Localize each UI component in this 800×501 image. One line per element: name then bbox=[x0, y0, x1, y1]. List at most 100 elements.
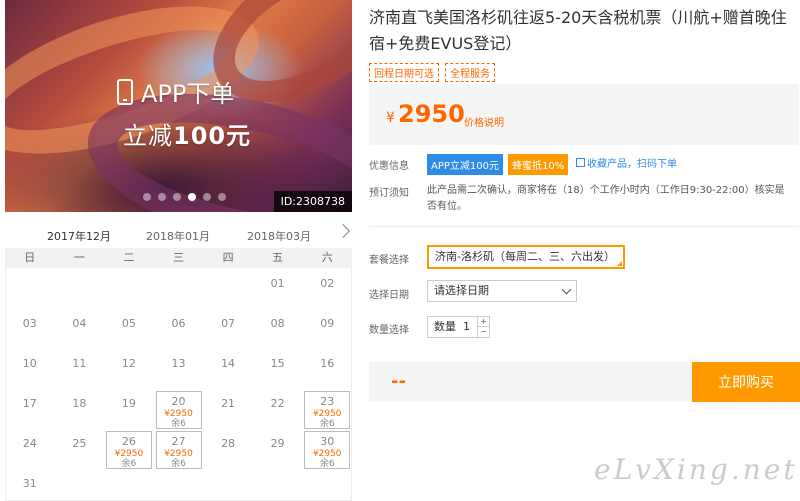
calendar-day: 22 bbox=[255, 391, 301, 429]
calendar-day: 05 bbox=[106, 311, 152, 349]
day-price: ¥2950 bbox=[312, 449, 342, 459]
qr-icon bbox=[576, 158, 585, 167]
day-number: 09 bbox=[320, 317, 335, 330]
calendar-day: 15 bbox=[255, 351, 301, 389]
day-number: 20 bbox=[171, 395, 186, 408]
day-number: 05 bbox=[121, 317, 136, 330]
calendar-day-available[interactable]: 20 ¥2950 余6 bbox=[155, 391, 202, 429]
day-number: 14 bbox=[221, 357, 236, 370]
calendar-day: 14 bbox=[205, 351, 251, 389]
booking-notice-label: 预订须知 bbox=[369, 188, 409, 199]
month-tab[interactable]: 2018年03月 bbox=[247, 228, 311, 244]
phone-icon bbox=[117, 78, 133, 105]
calendar-day-available[interactable]: 27 ¥2950 余6 bbox=[155, 431, 202, 469]
day-number: 30 bbox=[320, 435, 335, 448]
calendar-day-available[interactable]: 23 ¥2950 余6 bbox=[304, 391, 351, 429]
calendar-month-tabs: 2017年12月 2018年01月 2018年03月 bbox=[5, 223, 352, 250]
promo-discount: 立减100元 bbox=[123, 122, 252, 150]
day-number: 31 bbox=[22, 477, 37, 490]
calendar-day: 06 bbox=[156, 311, 202, 349]
weekday-label: 四 bbox=[222, 251, 234, 264]
day-number: 19 bbox=[121, 397, 136, 410]
calendar-day: 03 bbox=[7, 311, 53, 349]
day-number: 10 bbox=[22, 357, 37, 370]
calendar-day: 19 bbox=[106, 391, 152, 429]
day-number: 27 bbox=[171, 435, 186, 448]
total-price: -- bbox=[391, 371, 406, 392]
calendar-day: 28 bbox=[205, 431, 251, 469]
favorite-link[interactable]: 收藏产品，扫码下单 bbox=[576, 155, 677, 170]
day-number: 23 bbox=[320, 395, 335, 408]
divider bbox=[369, 226, 799, 227]
day-number: 13 bbox=[171, 357, 186, 370]
calendar-day-available[interactable]: 26 ¥2950 余6 bbox=[105, 431, 152, 469]
day-number: 04 bbox=[72, 317, 87, 330]
month-tab[interactable]: 2018年01月 bbox=[146, 228, 210, 244]
day-number: 22 bbox=[270, 397, 285, 410]
day-number: 12 bbox=[121, 357, 136, 370]
day-number: 06 bbox=[171, 317, 186, 330]
date-select[interactable]: 请选择日期 bbox=[427, 280, 577, 302]
weekday-label: 一 bbox=[73, 251, 85, 264]
day-number: 01 bbox=[270, 277, 285, 290]
price-amount: 2950 bbox=[398, 100, 465, 128]
day-stock: 余6 bbox=[121, 459, 137, 469]
carousel-dot[interactable] bbox=[203, 193, 211, 201]
day-stock: 余6 bbox=[319, 419, 335, 429]
carousel-dot[interactable] bbox=[143, 193, 151, 201]
carousel-dot[interactable] bbox=[218, 193, 226, 201]
product-image-carousel[interactable]: APP下单 立减100元 ID:2308738 bbox=[5, 0, 352, 212]
day-price: ¥2950 bbox=[164, 449, 193, 459]
weekday-label: 日 bbox=[24, 251, 36, 264]
app-discount-badge: APP立减100元 bbox=[427, 154, 503, 175]
calendar-day: 16 bbox=[304, 351, 350, 389]
weekday-label: 五 bbox=[272, 251, 284, 264]
price-explain-link[interactable]: 价格说明 bbox=[464, 114, 504, 129]
quantity-stepper[interactable]: 数量 1 + − bbox=[427, 316, 490, 338]
day-number: 24 bbox=[22, 437, 37, 450]
day-number: 07 bbox=[221, 317, 236, 330]
chevron-down-icon bbox=[561, 284, 572, 295]
calendar-day: 08 bbox=[255, 311, 301, 349]
calendar-day: 11 bbox=[56, 351, 102, 389]
day-price: ¥2950 bbox=[164, 409, 193, 419]
promo-app-order: APP下单 bbox=[117, 74, 234, 109]
calendar-day: 25 bbox=[56, 431, 102, 469]
day-number: 11 bbox=[72, 357, 87, 370]
weekday-label: 二 bbox=[123, 251, 135, 264]
day-price: ¥2950 bbox=[312, 409, 342, 419]
product-id-badge: ID:2308738 bbox=[273, 191, 352, 212]
calendar-weekday-header: 日一二三四五六 bbox=[5, 248, 352, 268]
increment-icon[interactable]: + bbox=[477, 317, 489, 327]
day-number: 15 bbox=[270, 357, 285, 370]
package-select[interactable]: 济南-洛杉矶（每周二、三、六出发） bbox=[427, 245, 625, 269]
calendar-day: 12 bbox=[106, 351, 152, 389]
quantity-value: 1 bbox=[463, 320, 470, 333]
calendar-day: 10 bbox=[7, 351, 53, 389]
decrement-icon[interactable]: − bbox=[477, 327, 489, 337]
buy-now-button[interactable]: 立即购买 bbox=[692, 362, 800, 402]
calendar-day: 24 bbox=[7, 431, 53, 469]
calendar-day: 29 bbox=[255, 431, 301, 469]
offers-label: 优惠信息 bbox=[369, 161, 409, 172]
weekday-label: 六 bbox=[321, 251, 333, 264]
calendar-day-available[interactable]: 30 ¥2950 余6 bbox=[304, 431, 351, 469]
tag-return-date: 回程日期可选 bbox=[369, 63, 439, 82]
day-number: 28 bbox=[221, 437, 236, 450]
day-stock: 余6 bbox=[319, 459, 335, 469]
day-number: 21 bbox=[221, 397, 236, 410]
carousel-dot[interactable] bbox=[188, 193, 196, 201]
carousel-dot[interactable] bbox=[173, 193, 181, 201]
calendar-day: 01 bbox=[255, 271, 301, 309]
day-stock: 余6 bbox=[171, 419, 186, 429]
carousel-dots bbox=[143, 193, 226, 201]
month-tab[interactable]: 2017年12月 bbox=[47, 228, 111, 250]
calendar-day: 18 bbox=[56, 391, 102, 429]
tag-full-service: 全程服务 bbox=[445, 63, 495, 82]
chevron-right-icon[interactable] bbox=[335, 223, 351, 239]
day-number: 03 bbox=[22, 317, 37, 330]
carousel-dot[interactable] bbox=[158, 193, 166, 201]
calendar-day: 13 bbox=[156, 351, 202, 389]
package-label: 套餐选择 bbox=[369, 255, 409, 266]
day-number: 25 bbox=[72, 437, 87, 450]
